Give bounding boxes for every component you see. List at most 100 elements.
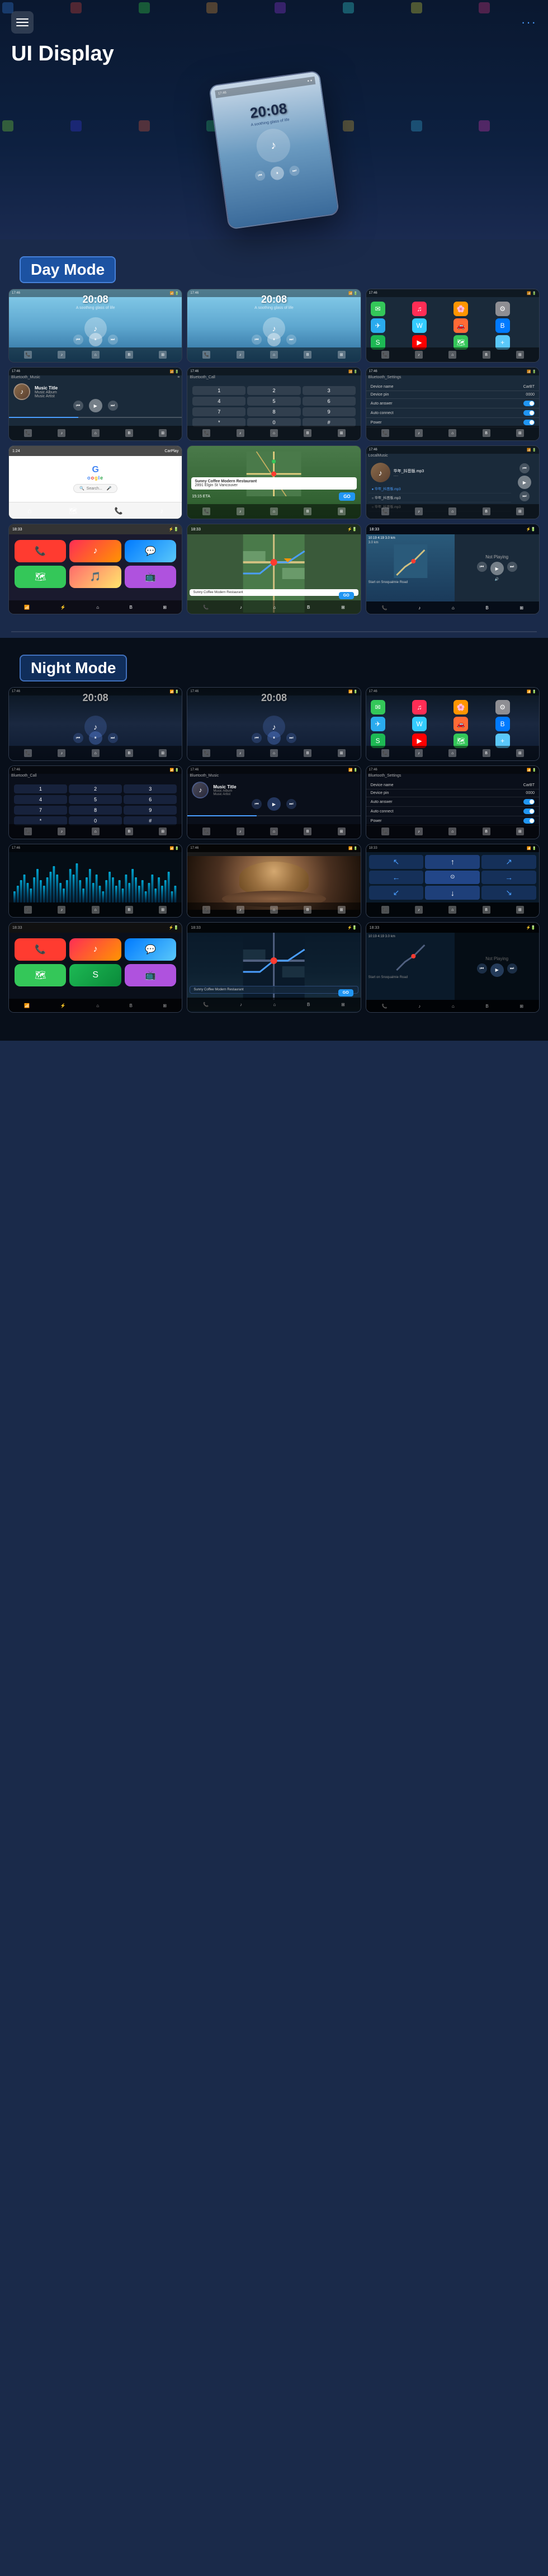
nav-dots[interactable]: ··· xyxy=(521,15,537,30)
bt-next[interactable]: ⏭ xyxy=(108,401,118,411)
toggle-power[interactable] xyxy=(523,420,535,425)
nav7-phone[interactable]: 📞 xyxy=(202,507,210,515)
local-song-2[interactable]: ○ 华年_抖音版.mp3 xyxy=(369,493,511,502)
night-np-play[interactable]: ▶ xyxy=(490,963,504,977)
night-dial-8[interactable]: 8 xyxy=(69,806,122,815)
app-bt[interactable]: B xyxy=(495,318,510,333)
dial-1[interactable]: 1 xyxy=(192,386,245,395)
nav3-apps[interactable]: ⊞ xyxy=(516,351,524,359)
night2-prev[interactable]: ⏮ xyxy=(252,733,262,743)
nnight9-bt[interactable]: B xyxy=(483,906,490,914)
app-messages[interactable]: ✉ xyxy=(371,302,385,316)
nav3-home[interactable]: ⌂ xyxy=(448,351,456,359)
night-dial-4[interactable]: 4 xyxy=(14,795,67,804)
nnight9-phone[interactable]: 📞 xyxy=(381,906,389,914)
nnight3-phone[interactable]: 📞 xyxy=(381,749,389,757)
nav-music[interactable]: ♪ xyxy=(58,351,65,359)
nnight8-music[interactable]: ♪ xyxy=(237,906,244,914)
nav8-phone[interactable]: 📞 xyxy=(381,507,389,515)
night-dial-1[interactable]: 1 xyxy=(14,784,67,793)
next-btn[interactable]: ⏭ xyxy=(289,165,300,176)
night-app-photos[interactable]: 🌸 xyxy=(453,700,468,714)
night-dial-5[interactable]: 5 xyxy=(69,795,122,804)
dial-8[interactable]: 8 xyxy=(247,407,300,416)
day2-prev[interactable]: ⏮ xyxy=(252,335,262,345)
nav2-bt[interactable]: B xyxy=(304,351,311,359)
nav4-apps[interactable]: ⊞ xyxy=(159,429,167,437)
nav8-bt[interactable]: B xyxy=(483,507,490,515)
nnight4-home[interactable]: ⌂ xyxy=(92,828,100,835)
nnight3-apps[interactable]: ⊞ xyxy=(516,749,524,757)
nnight6-phone[interactable]: 📞 xyxy=(381,828,389,835)
nnight8-bt[interactable]: B xyxy=(304,906,311,914)
nnight4-apps[interactable]: ⊞ xyxy=(159,828,167,835)
nnight8-home[interactable]: ⌂ xyxy=(270,906,278,914)
nav6-apps[interactable]: ⊞ xyxy=(516,429,524,437)
night-np-prev[interactable]: ⏮ xyxy=(477,963,487,974)
nav-phone[interactable]: 📞 xyxy=(24,351,32,359)
nnight1-bt[interactable]: B xyxy=(125,749,133,757)
nav3-music[interactable]: ♪ xyxy=(415,351,423,359)
nnight7-home[interactable]: ⌂ xyxy=(92,906,100,914)
nav-home[interactable]: ⌂ xyxy=(92,351,100,359)
night-app-music[interactable]: ♫ xyxy=(412,700,427,714)
night-dial-2[interactable]: 2 xyxy=(69,784,122,793)
night2-play[interactable]: ⏸ xyxy=(267,731,281,745)
nav4-music[interactable]: ♪ xyxy=(58,429,65,437)
nav4-bt[interactable]: B xyxy=(125,429,133,437)
nav5-phone[interactable]: 📞 xyxy=(202,429,210,437)
nnight6-music[interactable]: ♪ xyxy=(415,828,423,835)
nnight6-apps[interactable]: ⊞ xyxy=(516,828,524,835)
night2-next[interactable]: ⏭ xyxy=(286,733,296,743)
night-app-bt[interactable]: B xyxy=(495,717,510,731)
nav7-apps[interactable]: ⊞ xyxy=(338,507,346,515)
lm-play[interactable]: ▶ xyxy=(518,476,531,489)
nnight7-bt[interactable]: B xyxy=(125,906,133,914)
toggle-auto-connect[interactable] xyxy=(523,410,535,416)
night1-prev[interactable]: ⏮ xyxy=(73,733,83,743)
dial-3[interactable]: 3 xyxy=(303,386,356,395)
nnight1-home[interactable]: ⌂ xyxy=(92,749,100,757)
night-app-car[interactable]: 🚗 xyxy=(453,717,468,731)
nav5-home[interactable]: ⌂ xyxy=(270,429,278,437)
nnight2-apps[interactable]: ⊞ xyxy=(338,749,346,757)
nav3-bt[interactable]: B xyxy=(483,351,490,359)
nnight8-apps[interactable]: ⊞ xyxy=(338,906,346,914)
night-np-next[interactable]: ⏭ xyxy=(507,963,517,974)
np-next[interactable]: ⏭ xyxy=(507,562,517,572)
nav7-music[interactable]: ♪ xyxy=(237,507,244,515)
dial-5[interactable]: 5 xyxy=(247,397,300,406)
app-waze[interactable]: W xyxy=(412,318,427,333)
large-go-btn[interactable]: GO xyxy=(339,592,354,599)
night-toggle-power[interactable] xyxy=(523,818,535,824)
nnight1-music[interactable]: ♪ xyxy=(58,749,65,757)
dial-2[interactable]: 2 xyxy=(247,386,300,395)
bt-play[interactable]: ▶ xyxy=(89,399,102,412)
app-photos[interactable]: 🌸 xyxy=(453,302,468,316)
nav5-apps[interactable]: ⊞ xyxy=(338,429,346,437)
menu-icon[interactable] xyxy=(11,11,34,34)
dial-9[interactable]: 9 xyxy=(303,407,356,416)
dial-7[interactable]: 7 xyxy=(192,407,245,416)
nnight4-bt[interactable]: B xyxy=(125,828,133,835)
np-prev[interactable]: ⏮ xyxy=(477,562,487,572)
night-toggle-auto-connect[interactable] xyxy=(523,808,535,814)
toggle-auto-answer[interactable] xyxy=(523,401,535,406)
app-music[interactable]: ♫ xyxy=(412,302,427,316)
day2-play[interactable]: ⏸ xyxy=(267,333,281,346)
night-dial-6[interactable]: 6 xyxy=(124,795,177,804)
night-go-btn[interactable]: GO xyxy=(338,989,353,996)
nnight2-phone[interactable]: 📞 xyxy=(202,749,210,757)
night-app-waze[interactable]: W xyxy=(412,717,427,731)
nnight1-phone[interactable]: 📞 xyxy=(24,749,32,757)
nnight8-phone[interactable]: 📞 xyxy=(202,906,210,914)
nav8-music[interactable]: ♪ xyxy=(415,507,423,515)
day1-prev[interactable]: ⏮ xyxy=(73,335,83,345)
nav3-phone[interactable]: 📞 xyxy=(381,351,389,359)
night-dial-9[interactable]: 9 xyxy=(124,806,177,815)
nav2-apps[interactable]: ⊞ xyxy=(338,351,346,359)
app-car[interactable]: 🚗 xyxy=(453,318,468,333)
lm-prev[interactable]: ⏮ xyxy=(519,463,530,473)
nnight1-apps[interactable]: ⊞ xyxy=(159,749,167,757)
nav5-bt[interactable]: B xyxy=(304,429,311,437)
